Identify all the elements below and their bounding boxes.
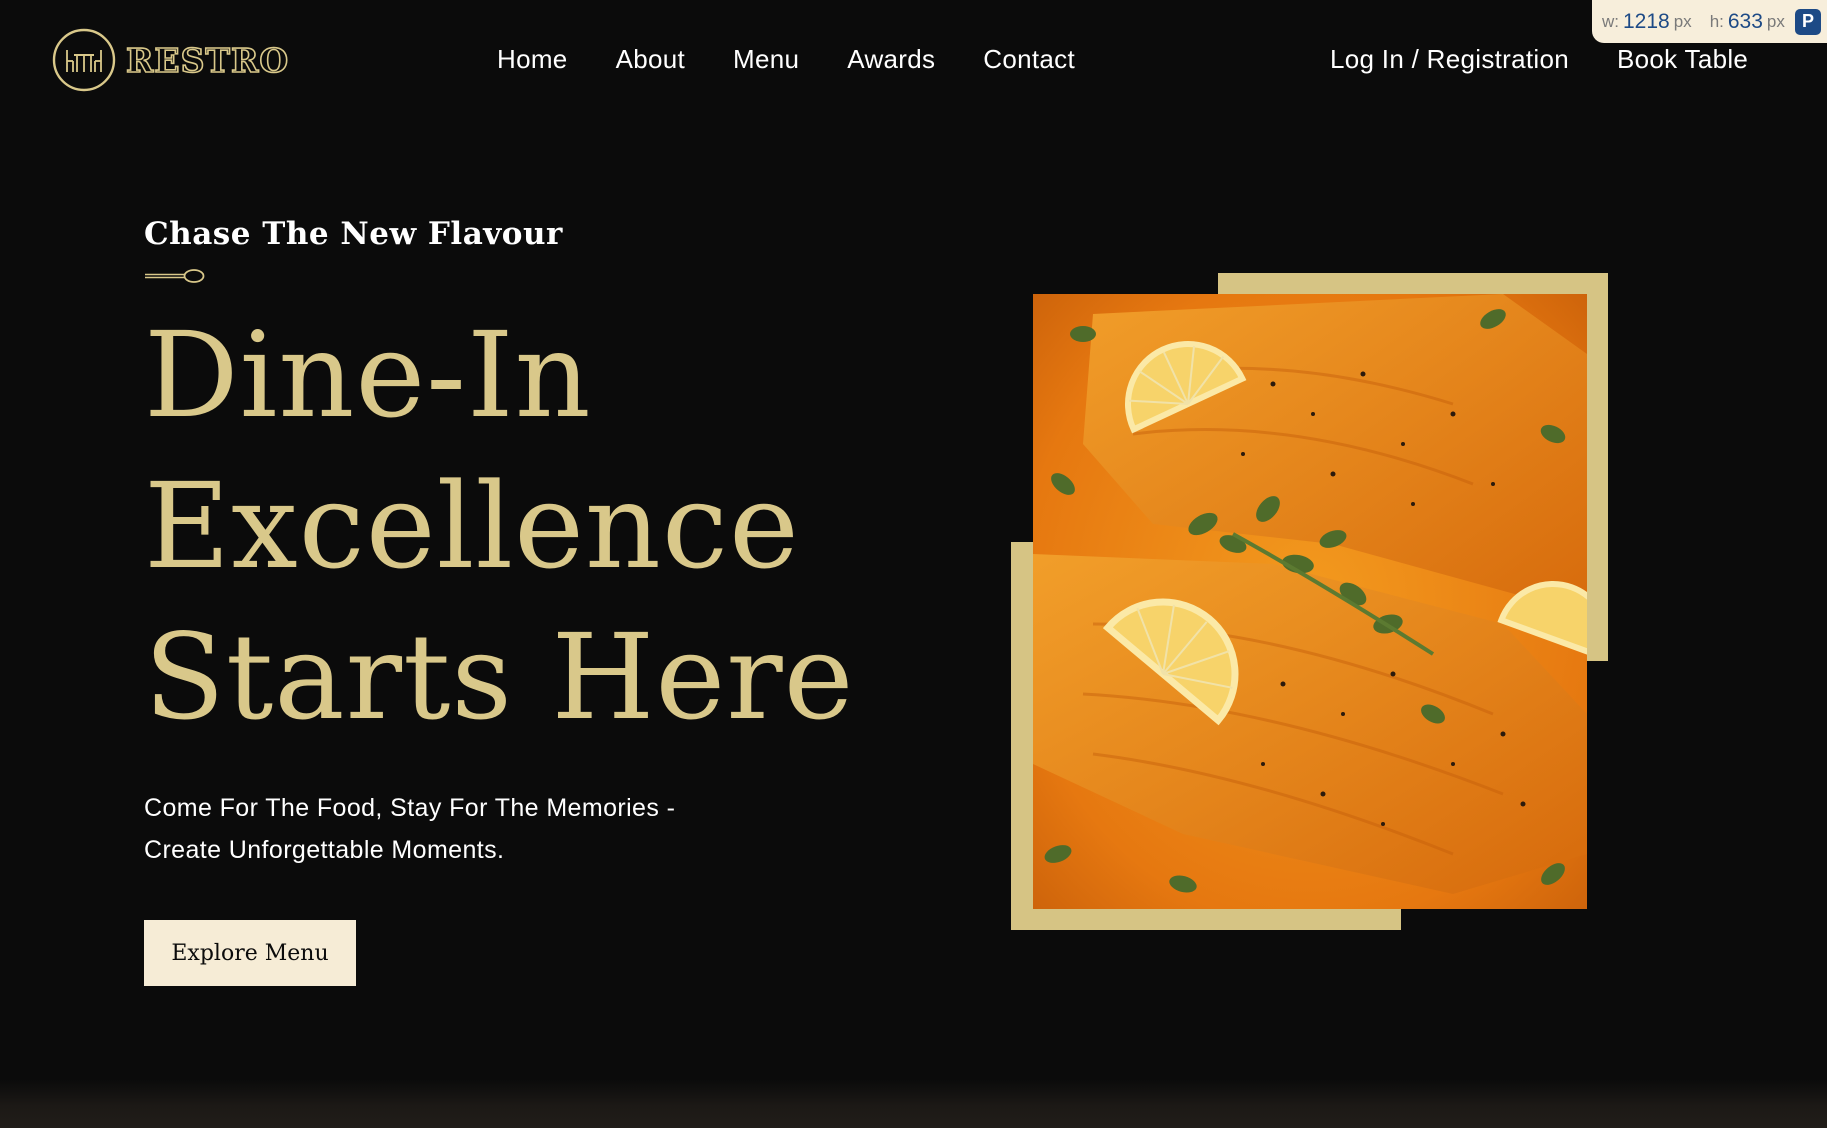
book-table-link[interactable]: Book Table	[1617, 44, 1748, 75]
brand-logo[interactable]: Restro	[52, 28, 289, 92]
nav-link-home[interactable]: Home	[497, 44, 568, 75]
login-registration-link[interactable]: Log In / Registration	[1330, 44, 1569, 75]
width-value: 1218	[1623, 9, 1670, 33]
salmon-dish-image	[1033, 294, 1587, 909]
hero-subtext: Come For The Food, Stay For The Memories…	[144, 787, 764, 871]
site-header: Restro Home About Menu Awards Contact Lo…	[0, 0, 1827, 124]
hero-eyebrow: Chase The New Flavour	[144, 216, 563, 252]
width-unit: px	[1673, 11, 1692, 31]
width-label: w:	[1602, 11, 1619, 31]
height-value: 633	[1727, 9, 1763, 33]
nav-link-about[interactable]: About	[616, 44, 685, 75]
nav-link-awards[interactable]: Awards	[847, 44, 935, 75]
restaurant-table-icon	[52, 28, 116, 92]
height-unit: px	[1766, 11, 1785, 31]
main-nav: Home About Menu Awards Contact	[497, 44, 1075, 75]
extension-badge-icon[interactable]: P	[1795, 8, 1821, 35]
headline-line-1: Dine-In	[144, 306, 592, 444]
headline-line-2: Excellence	[144, 457, 800, 595]
nav-link-contact[interactable]: Contact	[983, 44, 1075, 75]
account-nav: Log In / Registration Book Table	[1330, 44, 1748, 75]
headline-line-3: Starts Here	[144, 608, 855, 746]
subtext-line-2: Create Unforgettable Moments.	[144, 836, 505, 864]
brand-name: Restro	[125, 40, 290, 81]
dimension-overlay: w: 1218 px h: 633 px P	[1592, 0, 1827, 43]
nav-link-menu[interactable]: Menu	[733, 44, 799, 75]
next-section-edge	[0, 1080, 1827, 1128]
hero-headline: Dine-In Excellence Starts Here	[144, 300, 964, 753]
explore-menu-button[interactable]: Explore Menu	[144, 920, 356, 986]
spoon-icon	[145, 269, 205, 283]
subtext-line-1: Come For The Food, Stay For The Memories…	[144, 794, 676, 822]
height-label: h:	[1709, 11, 1724, 31]
